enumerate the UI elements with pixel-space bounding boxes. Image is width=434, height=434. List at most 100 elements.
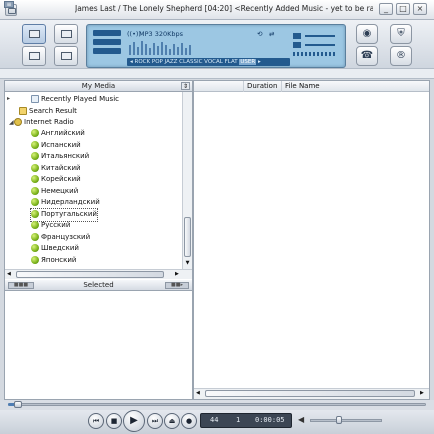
lcd-mode-indicator	[93, 39, 121, 45]
stop-button[interactable]: ■	[106, 413, 122, 429]
bitrate-label: MP3 320Kbps	[139, 30, 184, 38]
speaker-icon[interactable]: ◀	[298, 416, 307, 424]
seek-bar[interactable]	[8, 403, 426, 406]
tree-item-language[interactable]: Шведский	[31, 243, 79, 255]
tree-item-recently-played[interactable]: Recently Played Music	[31, 94, 119, 106]
column-duration[interactable]: Duration	[244, 81, 282, 92]
radio-folder-icon	[14, 118, 22, 126]
my-media-title: My Media	[81, 82, 116, 90]
tree-item-label: Китайский	[41, 164, 81, 172]
eq-preset[interactable]: CLASSIC	[179, 59, 202, 65]
scroll-thumb[interactable]	[184, 217, 191, 257]
eq-preset[interactable]: JAZZ	[165, 59, 178, 65]
device-view-button[interactable]	[54, 46, 78, 66]
eq-preset[interactable]: FLAT	[225, 59, 238, 65]
device-icon	[61, 52, 72, 60]
tree-item-language[interactable]: Итальянский	[31, 151, 89, 163]
eq-preset-selected[interactable]: USER	[239, 59, 257, 65]
tree-item-language[interactable]: Нидерландский	[31, 197, 100, 209]
globe-icon	[31, 221, 39, 229]
my-media-panel: My Media ⇕ ▸ Recently Played Music Searc…	[4, 80, 193, 400]
record-button[interactable]: ®	[390, 46, 412, 66]
tree-horizontal-scrollbar[interactable]: ◀ ▶	[5, 269, 192, 279]
selected-left-control[interactable]: ■■■	[8, 282, 34, 289]
tree-item-search-result[interactable]: Search Result	[19, 106, 77, 118]
file-list-horizontal-scrollbar[interactable]: ◀ ▶	[194, 388, 429, 399]
minimize-button[interactable]: _	[379, 3, 393, 15]
tree-item-label: Search Result	[29, 107, 77, 115]
tree-item-language[interactable]: Китайский	[31, 163, 81, 175]
collapse-icon[interactable]: ⇕	[181, 82, 190, 90]
lcd-mode-indicator	[93, 30, 121, 36]
globe-icon	[31, 198, 39, 206]
volume-lcd-icon	[293, 42, 301, 48]
tree-toggle[interactable]: ▸	[7, 93, 12, 105]
scroll-down-icon[interactable]: ▼	[184, 260, 191, 266]
scroll-thumb[interactable]	[16, 271, 164, 278]
seek-handle[interactable]	[14, 401, 22, 408]
track-number: 44	[210, 416, 219, 424]
tree-item-language[interactable]: Корейский	[31, 174, 81, 186]
repeat-icon[interactable]: ⟲	[257, 30, 262, 38]
eq-preset[interactable]: VOCAL	[204, 59, 223, 65]
selected-right-control[interactable]: ■■▸	[165, 282, 189, 289]
balance-slider[interactable]	[305, 35, 335, 37]
open-file-button[interactable]: ⏏	[164, 413, 180, 429]
globe-icon	[31, 152, 39, 160]
play-button[interactable]: ▶	[123, 410, 145, 432]
info-strip	[0, 68, 434, 79]
scroll-thumb[interactable]	[205, 390, 415, 397]
visualization-button[interactable]: ◉	[356, 24, 378, 44]
shield-icon[interactable]: ⛨	[390, 24, 412, 44]
next-button[interactable]: ⏭	[147, 413, 163, 429]
tree-item-label: Испанский	[41, 141, 81, 149]
eq-preset-bar[interactable]: ◂ ROCK POP JAZZ CLASSIC VOCAL FLAT USER …	[127, 58, 290, 66]
playlist-view-button[interactable]	[54, 24, 78, 44]
globe-icon	[31, 256, 39, 264]
tree-item-language[interactable]: Английский	[31, 128, 85, 140]
level-meter	[293, 52, 335, 56]
volume-lcd-slider[interactable]	[305, 44, 335, 46]
scroll-right-icon[interactable]: ▶	[420, 390, 424, 396]
tree-item-label: Английский	[41, 129, 85, 137]
globe-icon	[31, 233, 39, 241]
tree-item-language[interactable]: Французский	[31, 232, 90, 244]
tree-item-language[interactable]: Японский	[31, 255, 76, 267]
tree-item-language[interactable]: Немецкий	[31, 186, 78, 198]
scroll-left-icon[interactable]: ◀	[7, 271, 11, 277]
scroll-right-icon[interactable]: ▶	[175, 271, 179, 277]
tree-item-language[interactable]: Испанский	[31, 140, 81, 152]
eq-preset[interactable]: POP	[152, 59, 163, 65]
tree-item-language-focused[interactable]: Португальский	[30, 208, 98, 222]
eq-preset[interactable]: ROCK	[135, 59, 151, 65]
tree-vertical-scrollbar[interactable]: ▼	[182, 92, 192, 269]
volume-handle[interactable]	[336, 416, 342, 424]
tree-item-label: Internet Radio	[24, 118, 74, 126]
menu-icon[interactable]: ≡	[4, 1, 14, 8]
scroll-left-icon[interactable]: ◀	[196, 390, 200, 396]
maximize-button[interactable]: □	[396, 3, 410, 15]
shuffle-icon[interactable]: ⇄	[269, 30, 274, 38]
skin-view-button[interactable]	[22, 46, 46, 66]
volume-slider[interactable]	[310, 419, 382, 422]
balance-icon	[293, 33, 301, 39]
tree-item-label: Японский	[41, 256, 77, 264]
column-blank[interactable]	[194, 81, 244, 92]
column-file-name[interactable]: File Name	[282, 81, 429, 92]
tree-item-label: Русский	[41, 221, 71, 229]
close-button[interactable]: ×	[413, 3, 427, 15]
globe-icon	[31, 129, 39, 137]
tree-item-internet-radio[interactable]: ◢ Internet Radio	[9, 117, 74, 129]
phone-icon[interactable]: ☎	[356, 46, 378, 66]
globe-icon	[31, 210, 39, 218]
previous-button[interactable]: ⏮	[88, 413, 104, 429]
tree-item-language[interactable]: Русский	[31, 220, 70, 232]
search-folder-icon	[19, 107, 27, 115]
window-title: James Last / The Lonely Shepherd [04:20]…	[75, 4, 373, 13]
media-library-view-button[interactable]	[22, 24, 46, 44]
record-control-button[interactable]: ●	[181, 413, 197, 429]
tree-item-label: Корейский	[41, 175, 81, 183]
tree-item-label: Португальский	[41, 210, 97, 218]
tree-item-label: Нидерландский	[41, 198, 100, 206]
lcd-display: ((•)) MP3 320Kbps ⟲ ⇄ ◂ ROCK POP JAZZ CL…	[86, 24, 346, 68]
